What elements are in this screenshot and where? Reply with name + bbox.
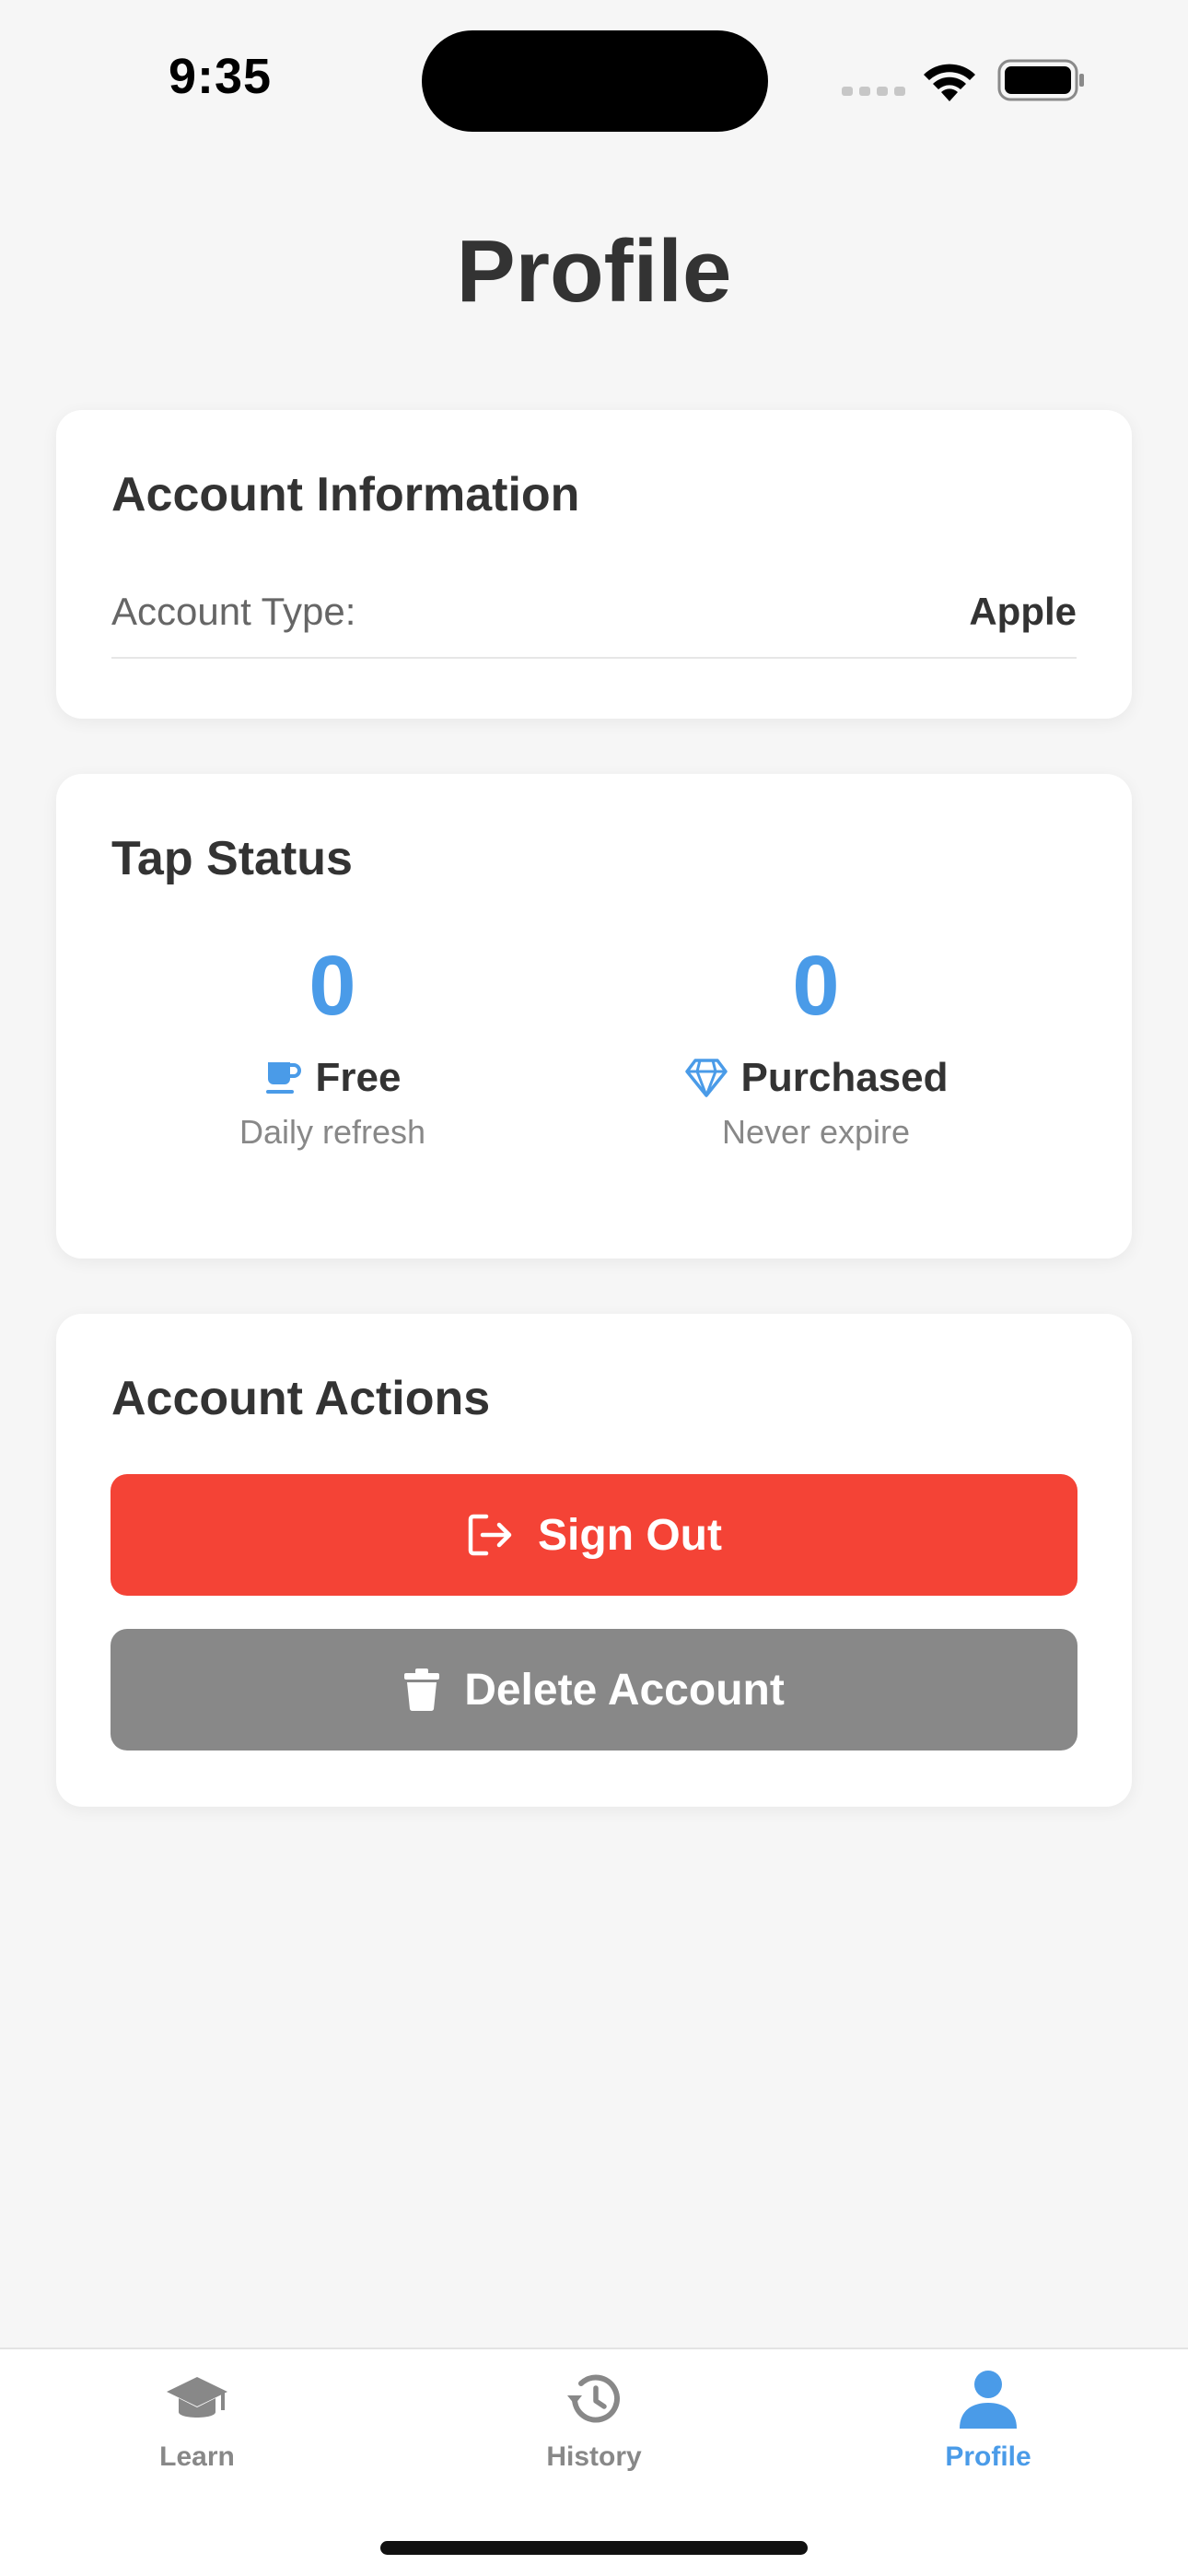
free-tap-label: Free xyxy=(315,1055,402,1100)
wifi-icon xyxy=(924,64,975,101)
delete-account-label: Delete Account xyxy=(464,1665,785,1715)
sign-out-icon xyxy=(468,1514,512,1556)
status-time: 9:35 xyxy=(169,49,273,104)
person-icon xyxy=(960,2371,1017,2429)
account-type-value: Apple xyxy=(969,590,1077,633)
delete-account-button[interactable]: Delete Account xyxy=(111,1629,1077,1751)
tab-learn-label: Learn xyxy=(159,2441,235,2472)
account-actions-card: Account Actions Sign Out Delete Account xyxy=(56,1314,1132,1807)
home-indicator xyxy=(380,2541,808,2555)
free-tap-type-row: Free xyxy=(84,1052,581,1104)
free-tap-subtitle: Daily refresh xyxy=(239,1113,426,1151)
tab-profile-label: Profile xyxy=(945,2441,1031,2472)
card-title: Tap Status xyxy=(111,832,353,885)
free-taps: 0 Free Daily refresh xyxy=(84,940,581,1152)
dynamic-island xyxy=(422,30,768,132)
tab-profile[interactable]: Profile xyxy=(850,2368,1126,2473)
free-tap-count: 0 xyxy=(309,939,356,1033)
account-information-card: Account Information Account Type: Apple xyxy=(56,410,1132,719)
graduation-cap-icon xyxy=(167,2377,227,2418)
card-title: Account Information xyxy=(111,468,580,521)
profile-screen: 9:35 Profile Account Information Account… xyxy=(0,0,1188,2576)
purchased-tap-count: 0 xyxy=(792,939,840,1033)
diamond-icon xyxy=(684,1059,728,1097)
tap-status-card: Tap Status 0 Free Daily refresh 0 Purcha… xyxy=(56,774,1132,1259)
tab-learn[interactable]: Learn xyxy=(59,2368,335,2473)
tab-history[interactable]: History xyxy=(456,2368,732,2473)
page-title: Profile xyxy=(456,222,732,321)
account-type-row: Account Type: Apple xyxy=(111,590,1077,659)
purchased-tap-type-row: Purchased xyxy=(567,1052,1065,1104)
sign-out-button[interactable]: Sign Out xyxy=(111,1474,1077,1596)
purchased-taps: 0 Purchased Never expire xyxy=(567,940,1065,1152)
card-title: Account Actions xyxy=(111,1372,491,1425)
coffee-icon xyxy=(265,1062,301,1094)
history-icon xyxy=(567,2374,620,2423)
cellular-signal-icon xyxy=(842,87,905,96)
purchased-tap-subtitle: Never expire xyxy=(721,1113,911,1151)
sign-out-label: Sign Out xyxy=(538,1510,722,1560)
purchased-tap-label: Purchased xyxy=(740,1055,949,1100)
battery-icon xyxy=(997,59,1084,101)
account-type-label: Account Type: xyxy=(111,590,356,633)
tab-history-label: History xyxy=(546,2441,642,2472)
trash-icon xyxy=(404,1669,440,1712)
